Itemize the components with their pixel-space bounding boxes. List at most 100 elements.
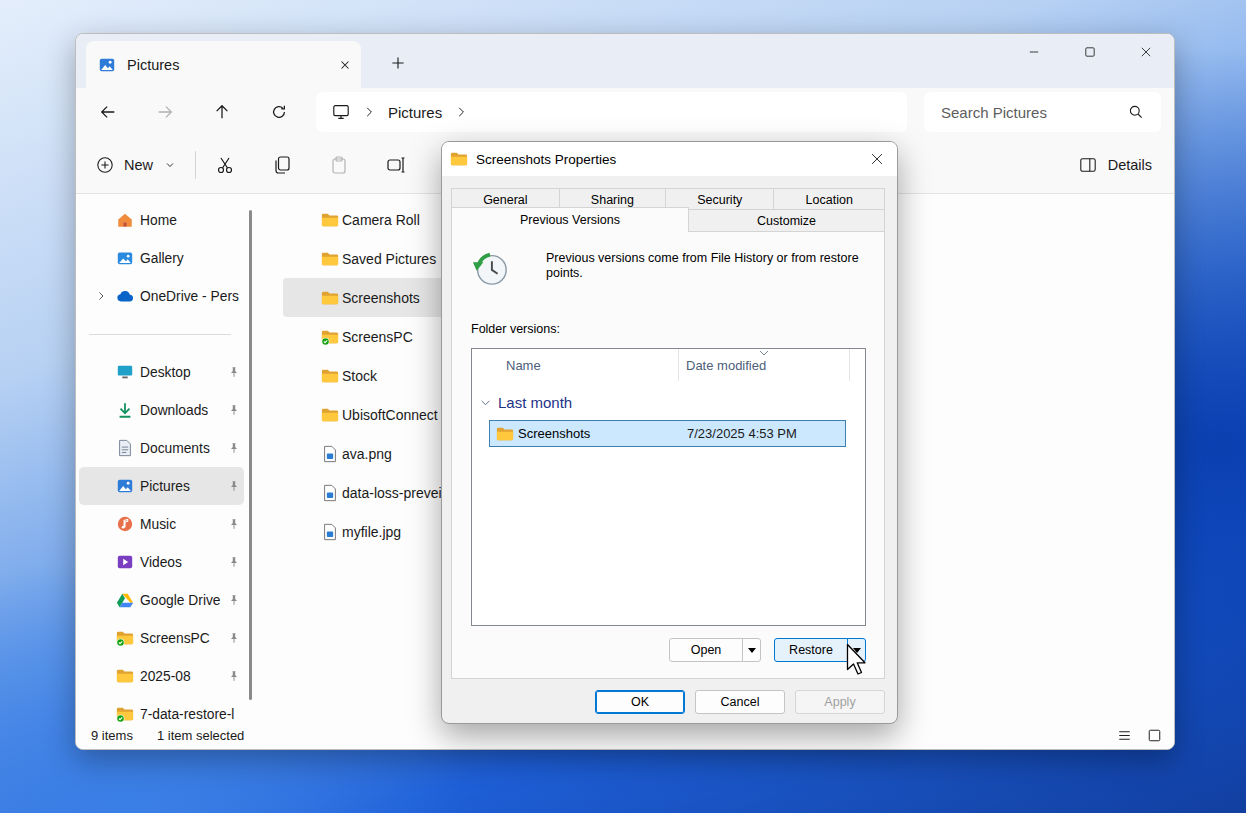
rename-icon: [386, 155, 406, 175]
sidebar-item[interactable]: Documents: [79, 429, 244, 467]
window-controls: [1006, 34, 1174, 70]
sidebar-item[interactable]: Home: [79, 201, 244, 239]
version-group: Last month Screenshots 7/23/2025 4:53 PM: [472, 381, 865, 447]
close-tab-icon[interactable]: [338, 58, 352, 72]
dialog-button[interactable]: OK: [595, 690, 685, 714]
split-button-label[interactable]: Open: [670, 639, 742, 661]
sidebar-item[interactable]: Videos: [79, 543, 244, 581]
toolbar-button[interactable]: [376, 145, 416, 185]
expander: [91, 477, 111, 495]
close-button[interactable]: [1118, 34, 1174, 70]
sidebar-item[interactable]: Music: [79, 505, 244, 543]
toolbar-separator: [195, 151, 196, 179]
details-button[interactable]: Details: [1071, 150, 1160, 180]
address-bar[interactable]: Pictures: [316, 92, 907, 132]
forward-icon: [156, 103, 174, 121]
maximize-button[interactable]: [1062, 34, 1118, 70]
dialog-title-bar: Screenshots Properties: [442, 142, 897, 176]
nav-button[interactable]: [259, 92, 299, 132]
window-tab[interactable]: Pictures: [86, 41, 361, 88]
new-button[interactable]: New: [88, 150, 183, 180]
version-name: Screenshots: [518, 426, 590, 441]
dialog-tab[interactable]: Previous Versions: [451, 207, 689, 232]
toolbar-button[interactable]: [319, 145, 359, 185]
maximize-icon: [1083, 45, 1097, 59]
details-pane-icon: [1079, 156, 1097, 174]
dialog-tab[interactable]: Customize: [688, 209, 885, 231]
sidebar-item[interactable]: Desktop: [79, 353, 244, 391]
scrollbar-thumb[interactable]: [249, 210, 252, 700]
column-header[interactable]: Name: [472, 349, 679, 381]
pictures-icon: [116, 477, 134, 495]
details-view-icon[interactable]: [1117, 728, 1132, 743]
file-name: data-loss-prevei: [342, 485, 442, 501]
address-segment[interactable]: Pictures: [388, 104, 442, 121]
chevron-right-icon[interactable]: [455, 106, 467, 118]
pin-icon[interactable]: [228, 366, 240, 378]
sidebar-item[interactable]: Gallery: [79, 239, 244, 277]
synced-folder-icon: [321, 328, 339, 346]
search-field[interactable]: Search Pictures: [924, 92, 1161, 132]
column-label: Name: [506, 358, 541, 373]
file-name: Screenshots: [342, 290, 420, 306]
version-date: 7/23/2025 4:53 PM: [679, 426, 845, 441]
dialog-tab[interactable]: Location: [773, 188, 885, 210]
sidebar-item[interactable]: Downloads: [79, 391, 244, 429]
computer-icon: [332, 103, 350, 121]
toolbar-button[interactable]: [205, 145, 245, 185]
refresh-icon: [270, 103, 288, 121]
dialog-button[interactable]: Cancel: [695, 690, 785, 714]
chevron-right-icon[interactable]: [96, 291, 106, 301]
list-header: Name Date modified: [472, 349, 865, 381]
info-row: Previous versions come from File History…: [471, 249, 866, 287]
address-row: Pictures Search Pictures: [76, 88, 1174, 136]
tab-title: Pictures: [127, 57, 327, 73]
image-icon: [321, 445, 339, 463]
tab-panel: Previous versions come from File History…: [451, 231, 885, 679]
new-tab-icon[interactable]: [390, 55, 406, 71]
sort-icon: [759, 350, 769, 356]
nav-button[interactable]: [145, 92, 185, 132]
pin-icon[interactable]: [228, 632, 240, 644]
toolbar-button[interactable]: [262, 145, 302, 185]
sidebar-item[interactable]: OneDrive - Pers: [79, 277, 244, 315]
desktop-icon: [116, 363, 134, 381]
column-header[interactable]: Date modified: [679, 349, 850, 381]
sidebar-item[interactable]: Google Drive: [79, 581, 244, 619]
dialog-button-label: Cancel: [721, 695, 760, 709]
pin-icon[interactable]: [228, 480, 240, 492]
split-button[interactable]: Open: [669, 638, 761, 662]
pin-icon[interactable]: [228, 518, 240, 530]
tiles-view-icon[interactable]: [1147, 728, 1162, 743]
version-row[interactable]: Screenshots 7/23/2025 4:53 PM: [489, 420, 846, 447]
split-button-dropdown[interactable]: [742, 639, 760, 661]
sidebar-scrollbar[interactable]: [246, 194, 254, 724]
back-icon: [99, 103, 117, 121]
group-header[interactable]: Last month: [472, 390, 865, 414]
dialog-close-button[interactable]: [857, 142, 897, 176]
dropdown-arrow-icon: [747, 647, 757, 654]
minimize-button[interactable]: [1006, 34, 1062, 70]
pin-icon[interactable]: [228, 670, 240, 682]
image-icon: [321, 484, 339, 502]
split-button-label[interactable]: Restore: [775, 639, 847, 661]
google-drive-icon: [116, 591, 134, 609]
nav-button[interactable]: [88, 92, 128, 132]
pin-icon[interactable]: [228, 594, 240, 606]
pin-icon[interactable]: [228, 556, 240, 568]
sidebar-item[interactable]: Pictures: [79, 467, 244, 505]
sidebar-item[interactable]: 7-data-restore-l: [79, 695, 244, 724]
pin-icon[interactable]: [228, 442, 240, 454]
selection-count: 1 item selected: [157, 728, 244, 743]
sidebar-item[interactable]: 2025-08: [79, 657, 244, 695]
view-switcher: [1117, 728, 1162, 743]
pin-icon[interactable]: [228, 404, 240, 416]
folder-icon: [450, 150, 468, 168]
sidebar-label: Desktop: [140, 365, 191, 380]
nav-button[interactable]: [202, 92, 242, 132]
sidebar-item[interactable]: ScreensPC: [79, 619, 244, 657]
info-text: Previous versions come from File History…: [546, 251, 866, 281]
chevron-right-icon[interactable]: [363, 106, 375, 118]
file-name: Saved Pictures: [342, 251, 436, 267]
